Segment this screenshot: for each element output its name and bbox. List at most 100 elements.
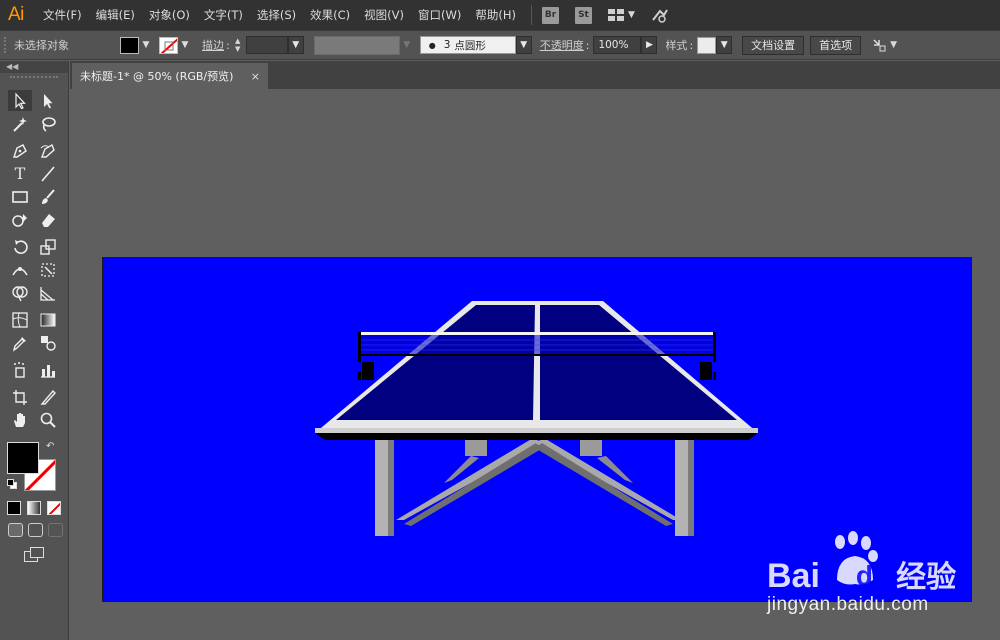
style-dropdown[interactable]: ▼ (716, 36, 733, 54)
hand-tool[interactable] (8, 409, 32, 430)
menu-object[interactable]: 对象(O) (142, 0, 197, 30)
rotate-tool[interactable] (8, 236, 32, 257)
stroke-weight-dropdown[interactable]: ▼ (287, 36, 304, 54)
front-leg-left-side (388, 438, 394, 536)
lasso-tool[interactable] (36, 113, 60, 134)
draw-normal-icon[interactable] (8, 523, 23, 537)
close-icon[interactable]: × (251, 70, 260, 83)
menu-select[interactable]: 选择(S) (250, 0, 303, 30)
panel-grip[interactable] (4, 37, 10, 53)
chevron-down-icon: ▼ (403, 40, 411, 50)
chevron-down-icon: ▼ (292, 40, 300, 50)
selection-tool[interactable] (8, 90, 32, 111)
stroke-dropdown[interactable]: ▼ (178, 37, 192, 54)
pen-tool[interactable] (8, 140, 32, 161)
perspective-grid-tool[interactable] (36, 282, 60, 303)
net-clamp-right-foot (713, 372, 716, 380)
artboard-tool[interactable] (8, 386, 32, 407)
selection-status: 未选择对象 (14, 39, 69, 52)
none-mode-button[interactable] (47, 501, 61, 515)
graphic-style-swatch[interactable] (697, 36, 717, 54)
chevron-right-icon: ▶ (645, 40, 653, 50)
mesh-tool[interactable] (8, 309, 32, 330)
document-setup-button[interactable]: 文档设置 (742, 35, 805, 55)
menu-effect[interactable]: 效果(C) (303, 0, 357, 30)
gradient-tool[interactable] (36, 309, 60, 330)
front-leg-left-face (375, 438, 388, 536)
variable-width-profile[interactable] (313, 35, 400, 55)
eraser-tool[interactable] (36, 209, 60, 230)
collapse-panel-button[interactable]: ◀◀ (0, 61, 68, 73)
eyedropper-tool[interactable] (8, 332, 32, 353)
rectangle-tool[interactable] (8, 186, 32, 207)
fill-dropdown[interactable]: ▼ (139, 37, 153, 54)
blend-tool[interactable] (36, 332, 60, 353)
gpu-performance-icon[interactable] (651, 6, 669, 24)
profile-dropdown[interactable]: ▼ (400, 37, 414, 54)
fill-swatch[interactable] (120, 36, 139, 54)
type-tool[interactable]: T (8, 163, 32, 184)
bridge-button[interactable]: Br (541, 6, 559, 24)
free-transform-tool[interactable] (36, 259, 60, 280)
draw-inside-icon[interactable] (48, 523, 63, 537)
menu-window[interactable]: 窗口(W) (411, 0, 468, 30)
workspace-switcher[interactable]: ▼ (607, 9, 635, 21)
draw-behind-icon[interactable] (28, 523, 43, 537)
line-segment-tool[interactable] (36, 163, 60, 184)
symbol-sprayer-tool[interactable] (8, 359, 32, 380)
document-tab[interactable]: 未标题-1* @ 50% (RGB/预览) × (72, 63, 268, 89)
control-bar: 未选择对象 ▼ ▼ 描边 : ▲ ▼ ▼ ▼ ● 3 点圆形 ▼ 不透明度 : 1… (0, 30, 1000, 60)
net-top-tape (358, 332, 716, 335)
paintbrush-tool[interactable] (36, 186, 60, 207)
column-graph-tool[interactable] (36, 359, 60, 380)
menu-file[interactable]: 文件(F) (36, 0, 89, 30)
chevron-down-icon: ▼ (627, 10, 635, 20)
opacity-field[interactable]: 100% (593, 36, 642, 54)
brush-size: 3 (443, 39, 451, 51)
chevron-down-icon: ▼ (720, 40, 728, 50)
tools-grip[interactable] (10, 76, 58, 82)
gradient-mode-button[interactable] (27, 501, 41, 515)
baidu-brand-du: du (855, 560, 891, 591)
brush-dropdown[interactable]: ▼ (515, 36, 532, 54)
preferences-button[interactable]: 首选项 (810, 35, 862, 55)
baidu-brand-cn: 经验 (896, 560, 957, 595)
colon: : (689, 38, 694, 52)
chevron-down-icon: ▼ (181, 40, 189, 50)
app-logo[interactable]: Ai (0, 4, 36, 26)
direct-selection-tool[interactable] (36, 90, 60, 111)
slice-tool[interactable] (36, 386, 60, 407)
scale-tool[interactable] (36, 236, 60, 257)
brush-definition[interactable]: ● 3 点圆形 (419, 36, 516, 54)
stroke-weight-stepper[interactable]: ▲ ▼ (232, 36, 244, 54)
tools-panel: ◀◀ T ↶ (0, 61, 69, 640)
screen-mode-icon[interactable] (24, 547, 46, 563)
default-colors-icon[interactable] (7, 479, 17, 489)
watermark-url: jingyan.baidu.com (767, 594, 929, 615)
opacity-label[interactable]: 不透明度 (540, 37, 584, 53)
menu-edit[interactable]: 编辑(E) (89, 0, 142, 30)
table-front-edge (315, 428, 758, 433)
front-leg-right-side (688, 438, 694, 536)
color-mode-button[interactable] (7, 501, 21, 515)
zoom-tool[interactable] (36, 409, 60, 430)
stock-button[interactable]: St (574, 6, 592, 24)
curvature-tool[interactable] (36, 140, 60, 161)
shaper-tool[interactable] (8, 209, 32, 230)
stroke-weight-field[interactable] (245, 36, 288, 54)
stroke-swatch[interactable] (159, 36, 178, 54)
magic-wand-tool[interactable] (8, 113, 32, 134)
shape-builder-tool[interactable] (8, 282, 32, 303)
menu-help[interactable]: 帮助(H) (468, 0, 523, 30)
document-tab-title: 未标题-1* @ 50% (RGB/预览) (80, 70, 234, 83)
arrange-documents-icon[interactable]: ▼ (871, 37, 897, 53)
menu-type[interactable]: 文字(T) (197, 0, 250, 30)
width-tool[interactable] (8, 259, 32, 280)
menu-view[interactable]: 视图(V) (357, 0, 411, 30)
baidu-brand: Bai du 经验 (767, 552, 956, 596)
fill-color-box-front[interactable] (7, 442, 39, 474)
swap-colors-icon[interactable]: ↶ (46, 441, 54, 452)
stroke-label[interactable]: 描边 (202, 37, 224, 53)
opacity-flyout[interactable]: ▶ (641, 36, 658, 54)
net-mesh (360, 335, 714, 354)
